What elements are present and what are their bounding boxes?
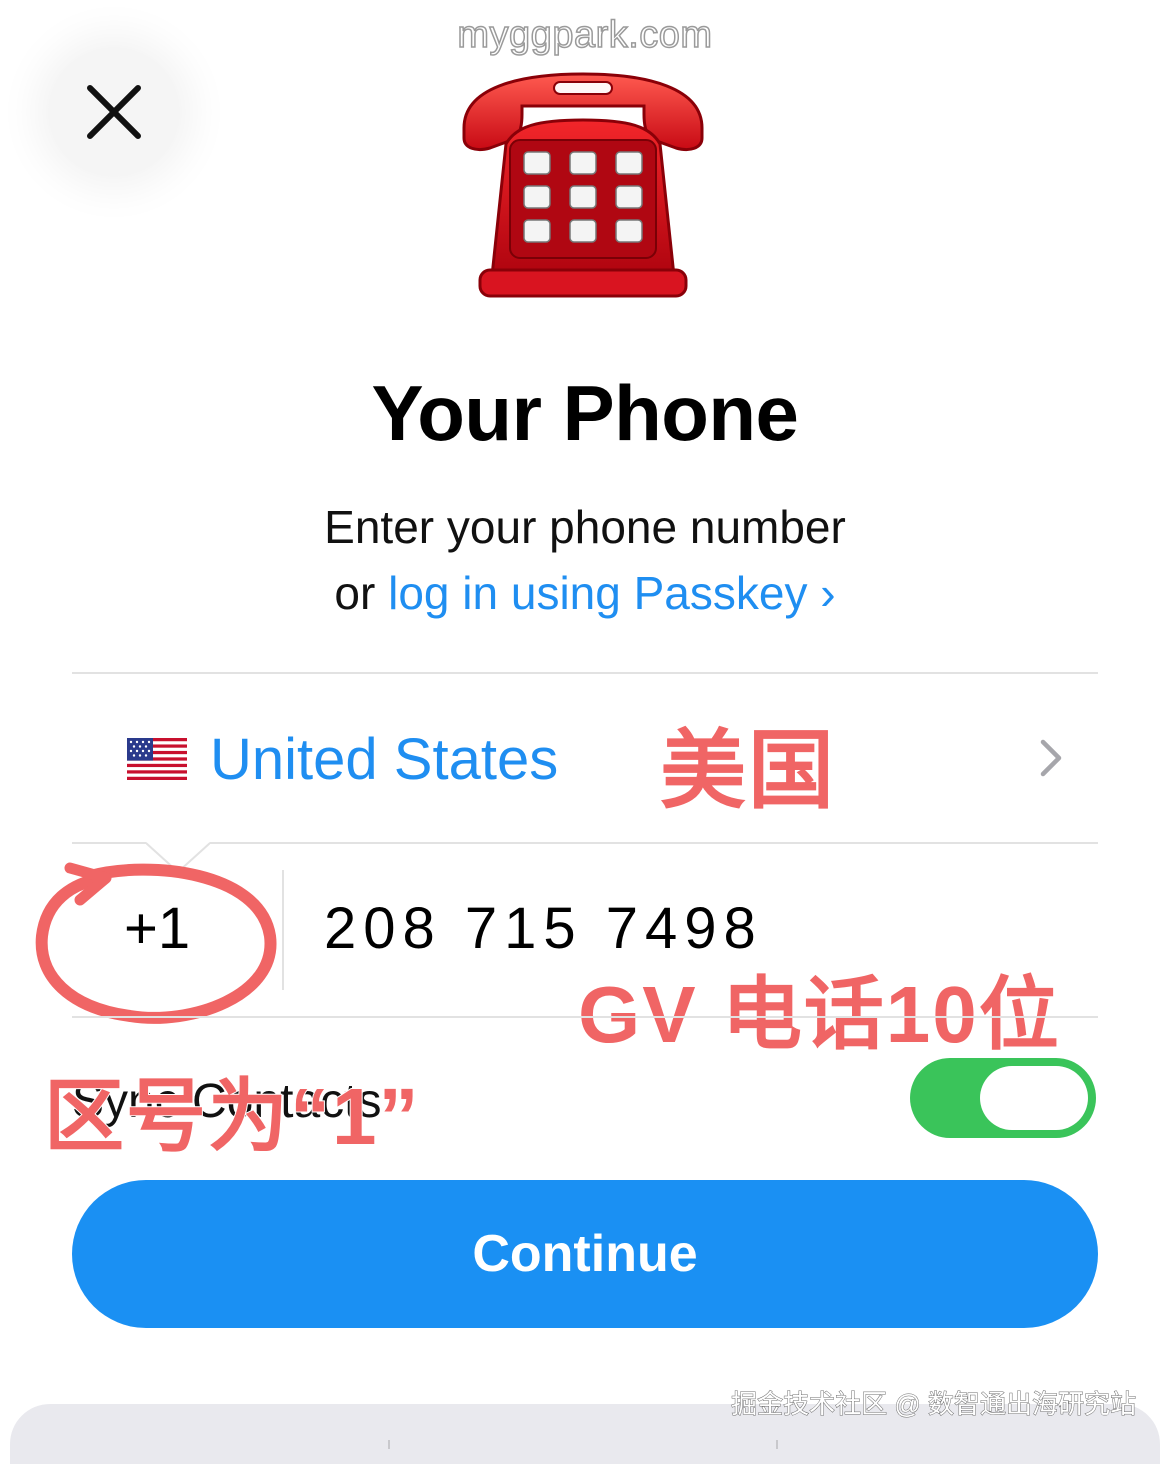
- annotation-circle: [35, 862, 277, 1024]
- country-name: United States: [210, 727, 559, 792]
- sheet-separator: [776, 1440, 778, 1449]
- link-chevron-icon: ›: [820, 567, 836, 619]
- watermark-top: myggpark.com: [457, 13, 713, 57]
- chevron-right-icon: [1040, 739, 1062, 777]
- watermark-bottom: 掘金技术社区 @ 数智通出海研究站: [731, 1389, 1137, 1420]
- country-selector[interactable]: United States: [72, 674, 1098, 842]
- page-subtitle: Enter your phone number or log in using …: [0, 494, 1170, 626]
- continue-button[interactable]: Continue: [72, 1180, 1098, 1328]
- divider: [72, 842, 1098, 844]
- us-flag-icon: [127, 738, 187, 780]
- telephone-icon: [462, 72, 704, 298]
- toggle-knob: [980, 1066, 1088, 1130]
- divider: [72, 1016, 1098, 1018]
- annotation-code: 区号为“1”: [43, 1071, 421, 1162]
- sync-contacts-toggle[interactable]: [910, 1058, 1096, 1138]
- annotation-country: 美国: [659, 722, 836, 820]
- page-title: Your Phone: [371, 369, 799, 457]
- close-icon: [87, 85, 141, 139]
- sheet-separator: [388, 1440, 390, 1449]
- subtitle-prefix: or: [334, 567, 389, 619]
- annotation-number: GV 电话10位: [577, 969, 1061, 1060]
- subtitle-line1: Enter your phone number: [324, 501, 846, 553]
- close-button[interactable]: [48, 47, 180, 177]
- passkey-login-link[interactable]: log in using Passkey ›: [388, 567, 835, 619]
- subtitle-line2: or log in using Passkey ›: [0, 560, 1170, 626]
